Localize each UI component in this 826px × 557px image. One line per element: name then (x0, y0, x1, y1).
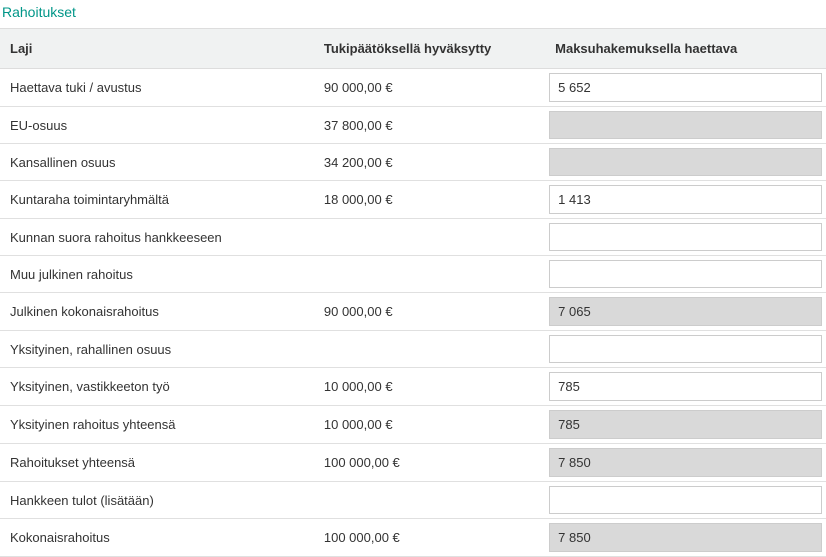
approved-value: 10 000,00 € (314, 406, 545, 444)
approved-value (314, 219, 545, 256)
amount-input[interactable] (549, 335, 822, 363)
table-row: Julkinen kokonaisrahoitus90 000,00 €7 06… (0, 293, 826, 331)
table-row: Kuntaraha toimintaryhmältä18 000,00 €1 4… (0, 181, 826, 219)
table-row: Haettava tuki / avustus90 000,00 €5 652 (0, 69, 826, 107)
row-label: Rahoitukset yhteensä (0, 444, 314, 482)
row-label: Kuntaraha toimintaryhmältä (0, 181, 314, 219)
approved-value (314, 256, 545, 293)
approved-value (314, 482, 545, 519)
approved-value: 100 000,00 € (314, 444, 545, 482)
table-row: Rahoitukset yhteensä100 000,00 €7 850 (0, 444, 826, 482)
table-row: Kokonaisrahoitus100 000,00 €7 850 (0, 519, 826, 557)
section-title: Rahoitukset (0, 0, 826, 28)
amount-input[interactable] (549, 223, 822, 251)
row-label: Haettava tuki / avustus (0, 69, 314, 107)
table-row: Yksityinen, vastikkeeton työ10 000,00 €7… (0, 368, 826, 406)
approved-value: 34 200,00 € (314, 144, 545, 181)
row-label: Muu julkinen rahoitus (0, 256, 314, 293)
amount-input[interactable]: 5 652 (549, 73, 822, 102)
table-row: Kansallinen osuus34 200,00 € (0, 144, 826, 181)
approved-value: 90 000,00 € (314, 293, 545, 331)
row-label: Julkinen kokonaisrahoitus (0, 293, 314, 331)
approved-value: 37 800,00 € (314, 107, 545, 144)
table-row: Hankkeen tulot (lisätään) (0, 482, 826, 519)
amount-input[interactable] (549, 486, 822, 514)
amount-input[interactable]: 1 413 (549, 185, 822, 214)
financing-table: Laji Tukipäätöksellä hyväksytty Maksuhak… (0, 28, 826, 557)
row-label: Yksityinen, vastikkeeton työ (0, 368, 314, 406)
table-row: EU-osuus37 800,00 € (0, 107, 826, 144)
col-header-laji: Laji (0, 29, 314, 69)
row-label: EU-osuus (0, 107, 314, 144)
amount-readonly: 7 065 (549, 297, 822, 326)
table-row: Yksityinen, rahallinen osuus (0, 331, 826, 368)
col-header-maksu: Maksuhakemuksella haettava (545, 29, 826, 69)
amount-readonly (549, 111, 822, 139)
amount-readonly: 7 850 (549, 448, 822, 477)
amount-input[interactable]: 785 (549, 372, 822, 401)
row-label: Yksityinen rahoitus yhteensä (0, 406, 314, 444)
approved-value: 10 000,00 € (314, 368, 545, 406)
amount-input[interactable] (549, 260, 822, 288)
table-row: Yksityinen rahoitus yhteensä10 000,00 €7… (0, 406, 826, 444)
approved-value (314, 331, 545, 368)
row-label: Kokonaisrahoitus (0, 519, 314, 557)
table-row: Muu julkinen rahoitus (0, 256, 826, 293)
amount-readonly (549, 148, 822, 176)
amount-readonly: 7 850 (549, 523, 822, 552)
amount-readonly: 785 (549, 410, 822, 439)
row-label: Kansallinen osuus (0, 144, 314, 181)
table-row: Kunnan suora rahoitus hankkeeseen (0, 219, 826, 256)
row-label: Kunnan suora rahoitus hankkeeseen (0, 219, 314, 256)
row-label: Hankkeen tulot (lisätään) (0, 482, 314, 519)
row-label: Yksityinen, rahallinen osuus (0, 331, 314, 368)
approved-value: 90 000,00 € (314, 69, 545, 107)
col-header-tuki: Tukipäätöksellä hyväksytty (314, 29, 545, 69)
approved-value: 18 000,00 € (314, 181, 545, 219)
approved-value: 100 000,00 € (314, 519, 545, 557)
